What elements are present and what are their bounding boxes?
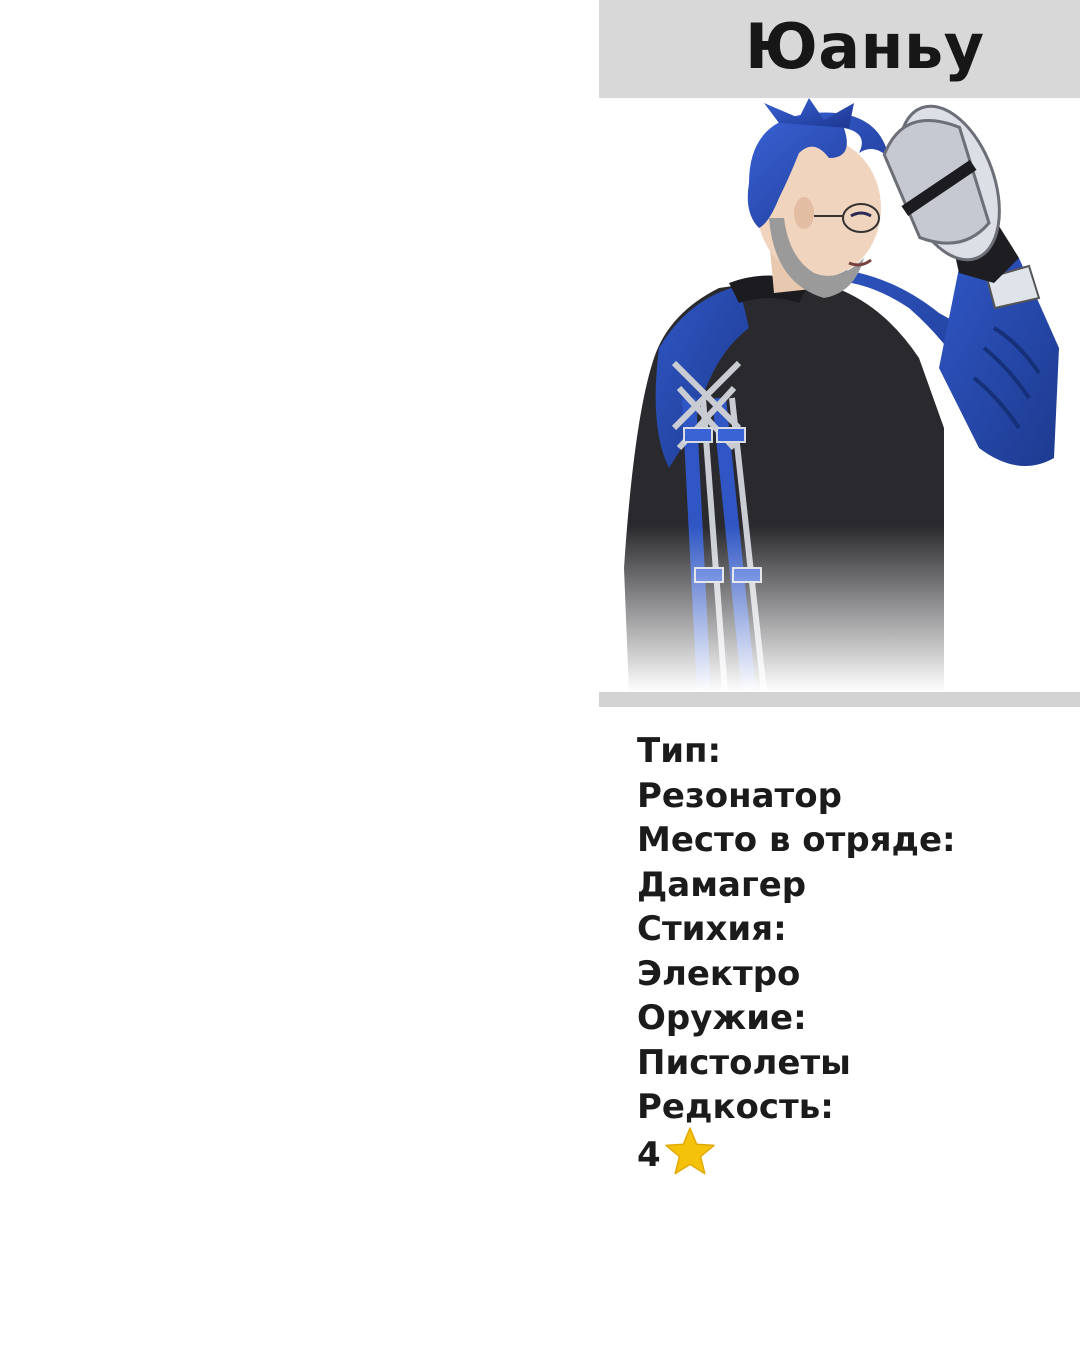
info-label-role: Место в отряде: bbox=[637, 820, 956, 860]
title-bar: Юаньу bbox=[599, 0, 1080, 98]
info-label-rarity: Редкость: bbox=[637, 1087, 834, 1127]
character-info: Тип: Резонатор Место в отряде: Дамагер С… bbox=[637, 729, 1077, 1180]
info-label-type: Тип: bbox=[637, 731, 722, 771]
character-name: Юаньу bbox=[745, 10, 985, 83]
info-value-weapon: Пистолеты bbox=[637, 1042, 851, 1083]
character-portrait-image bbox=[599, 98, 1080, 692]
info-value-type: Резонатор bbox=[637, 775, 842, 816]
info-label-weapon: Оружие: bbox=[637, 998, 807, 1038]
divider bbox=[599, 692, 1080, 707]
info-value-element: Электро bbox=[637, 953, 801, 994]
rarity-row: 4 bbox=[637, 1126, 1077, 1180]
info-value-role: Дамагер bbox=[637, 864, 807, 905]
character-card: Юаньу Тип: Резонатор Место в отряде: Дам… bbox=[599, 0, 1080, 1350]
star-icon bbox=[663, 1125, 717, 1179]
rarity-value: 4 bbox=[637, 1134, 661, 1175]
info-label-element: Стихия: bbox=[637, 909, 787, 949]
